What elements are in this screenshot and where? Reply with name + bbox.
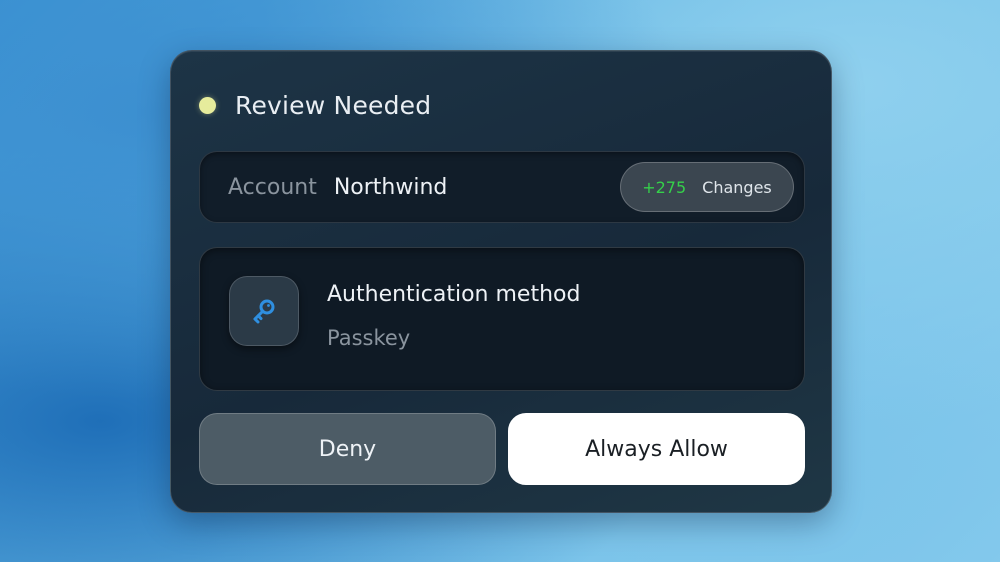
changes-label: Changes xyxy=(702,177,772,197)
status-dot-icon xyxy=(199,96,216,114)
key-icon-tile xyxy=(229,276,299,346)
changes-badge[interactable]: +275 Changes xyxy=(620,162,794,212)
always-allow-button[interactable]: Always Allow xyxy=(508,413,805,485)
authentication-panel: Authentication method Passkey xyxy=(199,247,805,391)
auth-method-title: Authentication method xyxy=(327,282,581,307)
changes-count: +275 xyxy=(642,177,687,197)
dialog-title: Review Needed xyxy=(235,90,432,120)
account-label: Account xyxy=(228,174,317,200)
key-icon xyxy=(253,299,275,324)
review-dialog: Review Needed Account Northwind +275 Cha… xyxy=(170,50,832,513)
deny-button[interactable]: Deny xyxy=(199,413,496,485)
dialog-header: Review Needed xyxy=(199,87,431,123)
auth-method-value: Passkey xyxy=(327,326,411,350)
account-row: Account Northwind +275 Changes xyxy=(199,151,805,223)
account-value: Northwind xyxy=(333,174,448,200)
